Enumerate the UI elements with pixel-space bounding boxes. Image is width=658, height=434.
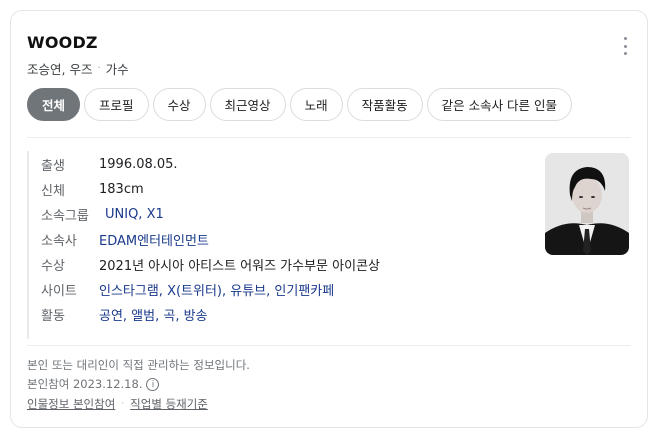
profile-participation-link[interactable]: 인물정보 본인참여 — [27, 396, 115, 412]
info-row-site: 사이트 인스타그램, X(트위터), 유튜브, 인기팬카페 — [41, 279, 334, 299]
info-icon[interactable]: i — [146, 378, 160, 391]
info-label: 소속그룹 — [41, 208, 89, 224]
person-role: 가수 — [105, 62, 129, 77]
tab-same-agency[interactable]: 같은 소속사 다른 인물 — [426, 88, 573, 121]
info-label: 사이트 — [41, 283, 77, 299]
info-label: 수상 — [41, 258, 65, 274]
info-value: 2021년 아시아 아티스트 어워즈 가수부문 아이콘상 — [99, 258, 380, 274]
tab-awards[interactable]: 수상 — [152, 88, 206, 121]
info-label: 출생 — [41, 158, 65, 174]
info-value: 1996.08.05. — [99, 156, 178, 172]
footer-links: 인물정보 본인참여 · 직업별 등재기준 — [27, 396, 208, 412]
info-row-agency: 소속사 EDAM엔터테인먼트 — [41, 229, 209, 249]
info-accent-bar — [27, 151, 29, 339]
info-label: 신체 — [41, 183, 65, 199]
profile-photo[interactable] — [545, 153, 629, 255]
listing-criteria-link[interactable]: 직업별 등재기준 — [130, 396, 208, 412]
separator-dot: · — [97, 63, 101, 74]
info-row-award: 수상 2021년 아시아 아티스트 어워즈 가수부문 아이콘상 — [41, 254, 380, 274]
info-row-birth: 출생 1996.08.05. — [41, 154, 178, 174]
tab-profile[interactable]: 프로필 — [84, 88, 149, 121]
activity-links[interactable]: 공연, 앨범, 곡, 방송 — [99, 305, 208, 324]
footer-notice: 본인 또는 대리인이 직접 관리하는 정보입니다. — [27, 358, 250, 372]
info-row-group: 소속그룹 UNIQ, X1 — [41, 204, 164, 224]
footer-participation: 본인참여 2023.12.18. i — [27, 376, 160, 392]
tab-works[interactable]: 작품활동 — [346, 88, 423, 121]
info-label: 소속사 — [41, 233, 77, 249]
divider — [27, 137, 631, 138]
group-link[interactable]: UNIQ, X1 — [105, 207, 164, 222]
knowledge-panel-card: WOODZ 조승연, 우즈 · 가수 전체 프로필 수상 최근영상 노래 작품활… — [10, 10, 648, 428]
info-row-height: 신체 183cm — [41, 179, 144, 199]
info-label: 활동 — [41, 308, 65, 324]
agency-link[interactable]: EDAM엔터테인먼트 — [99, 230, 209, 249]
person-subtitle: 조승연, 우즈 · 가수 — [27, 59, 129, 78]
info-row-activity: 활동 공연, 앨범, 곡, 방송 — [41, 304, 208, 324]
separator-dot: · — [121, 399, 125, 409]
profile-info: 출생 1996.08.05. 신체 183cm 소속그룹 UNIQ, X1 소속… — [27, 151, 527, 341]
more-options-icon[interactable] — [617, 37, 633, 55]
participation-date: 본인참여 2023.12.18. — [27, 377, 143, 391]
person-name[interactable]: WOODZ — [27, 33, 98, 52]
tab-all[interactable]: 전체 — [27, 88, 81, 121]
site-links[interactable]: 인스타그램, X(트위터), 유튜브, 인기팬카페 — [99, 280, 334, 299]
tab-songs[interactable]: 노래 — [289, 88, 343, 121]
tab-recent-videos[interactable]: 최근영상 — [209, 88, 286, 121]
profile-tabs: 전체 프로필 수상 최근영상 노래 작품활동 같은 소속사 다른 인물 — [27, 88, 573, 121]
alias-names: 조승연, 우즈 — [27, 62, 93, 77]
info-value: 183cm — [99, 181, 144, 197]
portrait-image — [545, 153, 629, 255]
divider — [27, 345, 631, 346]
